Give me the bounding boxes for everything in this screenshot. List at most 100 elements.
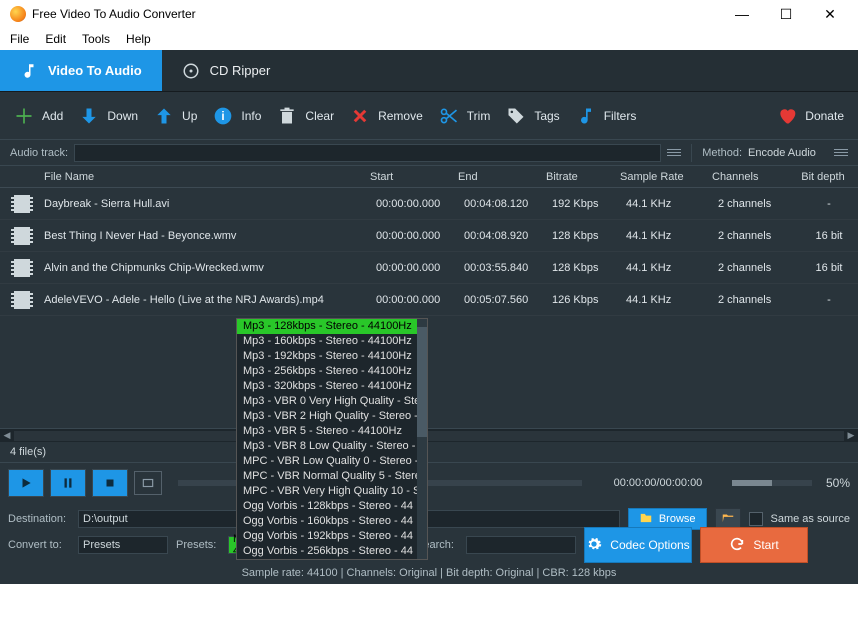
film-icon: [0, 227, 44, 245]
method-value[interactable]: Encode Audio: [748, 147, 828, 159]
down-button[interactable]: Down: [79, 106, 138, 126]
tags-button[interactable]: Tags: [506, 106, 559, 126]
file-channels: 2 channels: [712, 294, 800, 306]
up-button[interactable]: Up: [154, 106, 197, 126]
play-button[interactable]: [8, 469, 44, 497]
preset-dropdown-popup[interactable]: Mp3 - 128kbps - Stereo - 44100HzMp3 - 16…: [236, 318, 428, 560]
pause-button[interactable]: [50, 469, 86, 497]
horizontal-scrollbar[interactable]: ◀ ▶: [0, 428, 858, 442]
preset-option[interactable]: Mp3 - 128kbps - Stereo - 44100Hz: [237, 319, 427, 334]
search-field[interactable]: [466, 536, 576, 554]
preset-option[interactable]: Mp3 - 160kbps - Stereo - 44100Hz: [237, 334, 427, 349]
minimize-button[interactable]: —: [730, 6, 754, 23]
file-bitdepth: -: [800, 294, 858, 306]
col-samplerate[interactable]: Sample Rate: [620, 171, 706, 183]
file-channels: 2 channels: [712, 198, 800, 210]
player: 00:00:00/00:00:00 50%: [0, 462, 858, 502]
menu-file[interactable]: File: [10, 32, 29, 46]
audio-track-menu-icon[interactable]: [667, 149, 681, 156]
svg-text:i: i: [222, 110, 225, 123]
file-samplerate: 44.1 KHz: [626, 262, 712, 274]
filters-button[interactable]: Filters: [576, 106, 637, 126]
menu-tools[interactable]: Tools: [82, 32, 110, 46]
preset-option[interactable]: Mp3 - VBR 0 Very High Quality - Ste: [237, 394, 427, 409]
tab-video-to-audio[interactable]: Video To Audio: [0, 50, 162, 91]
col-bitdepth[interactable]: Bit depth: [794, 171, 852, 183]
trash-icon: [277, 106, 297, 126]
start-button[interactable]: Start: [700, 527, 808, 563]
add-button[interactable]: Add: [14, 106, 63, 126]
preset-option[interactable]: Ogg Vorbis - 192kbps - Stereo - 44: [237, 529, 427, 544]
file-name: AdeleVEVO - Adele - Hello (Live at the N…: [44, 294, 376, 306]
preset-option[interactable]: Mp3 - 256kbps - Stereo - 44100Hz: [237, 364, 427, 379]
column-headers: File Name Start End Bitrate Sample Rate …: [0, 166, 858, 188]
close-button[interactable]: ✕: [818, 6, 842, 23]
preset-option[interactable]: Mp3 - 192kbps - Stereo - 44100Hz: [237, 349, 427, 364]
file-row[interactable]: Best Thing I Never Had - Beyonce.wmv 00:…: [0, 220, 858, 252]
remove-button[interactable]: Remove: [350, 106, 423, 126]
scroll-track[interactable]: [14, 431, 844, 441]
preset-option[interactable]: Mp3 - VBR 8 Low Quality - Stereo -: [237, 439, 427, 454]
method-menu-icon[interactable]: [834, 149, 848, 156]
preset-option[interactable]: Ogg Vorbis - 128kbps - Stereo - 44: [237, 499, 427, 514]
tab-cd-label: CD Ripper: [210, 63, 271, 78]
clear-button[interactable]: Clear: [277, 106, 334, 126]
music-note-icon: [20, 62, 38, 80]
heart-icon: [777, 106, 797, 126]
time-display: 00:00:00/00:00:00: [598, 477, 718, 489]
app-icon: [10, 6, 26, 22]
preset-option[interactable]: Mp3 - 320kbps - Stereo - 44100Hz: [237, 379, 427, 394]
preset-option[interactable]: Ogg Vorbis - 256kbps - Stereo - 44: [237, 544, 427, 559]
file-end: 00:05:07.560: [464, 294, 552, 306]
preset-option[interactable]: MPC - VBR Normal Quality 5 - Stere: [237, 469, 427, 484]
file-samplerate: 44.1 KHz: [626, 294, 712, 306]
donate-button[interactable]: Donate: [777, 106, 844, 126]
presets-label: Presets:: [176, 539, 220, 551]
file-row[interactable]: AdeleVEVO - Adele - Hello (Live at the N…: [0, 284, 858, 316]
arrow-down-icon: [79, 106, 99, 126]
menu-help[interactable]: Help: [126, 32, 151, 46]
preset-option[interactable]: Mp3 - VBR 5 - Stereo - 44100Hz: [237, 424, 427, 439]
preset-option[interactable]: MPC - VBR Low Quality 0 - Stereo -: [237, 454, 427, 469]
file-bitdepth: 16 bit: [800, 230, 858, 242]
maximize-button[interactable]: ☐: [774, 6, 798, 23]
loop-button[interactable]: [134, 471, 162, 495]
info-button[interactable]: iInfo: [213, 106, 261, 126]
menubar: File Edit Tools Help: [0, 28, 858, 50]
file-end: 00:03:55.840: [464, 262, 552, 274]
codec-options-button[interactable]: Codec Options: [584, 527, 692, 563]
volume-slider[interactable]: [732, 480, 812, 486]
audio-track-label: Audio track:: [10, 147, 68, 159]
file-bitdepth: 16 bit: [800, 262, 858, 274]
scroll-left-icon[interactable]: ◀: [0, 429, 14, 443]
file-bitrate: 128 Kbps: [552, 262, 626, 274]
same-as-source-checkbox[interactable]: [749, 512, 763, 526]
col-end[interactable]: End: [458, 171, 546, 183]
col-bitrate[interactable]: Bitrate: [546, 171, 620, 183]
col-channels[interactable]: Channels: [706, 171, 794, 183]
col-start[interactable]: Start: [370, 171, 458, 183]
file-bitrate: 126 Kbps: [552, 294, 626, 306]
dropdown-scrollbar[interactable]: [417, 319, 427, 559]
trim-button[interactable]: Trim: [439, 106, 491, 126]
file-samplerate: 44.1 KHz: [626, 198, 712, 210]
scrollbar-thumb[interactable]: [417, 327, 427, 437]
x-icon: [350, 106, 370, 126]
preset-option[interactable]: MPC - VBR Very High Quality 10 - St: [237, 484, 427, 499]
file-row[interactable]: Daybreak - Sierra Hull.avi 00:00:00.000 …: [0, 188, 858, 220]
preset-option[interactable]: Mp3 - VBR 2 High Quality - Stereo -: [237, 409, 427, 424]
convert-to-label: Convert to:: [8, 539, 70, 551]
status-bar: 4 file(s): [0, 442, 858, 462]
preset-option[interactable]: Ogg Vorbis - 160kbps - Stereo - 44: [237, 514, 427, 529]
tab-video-label: Video To Audio: [48, 63, 142, 78]
toolbar: Add Down Up iInfo Clear Remove Trim Tags…: [0, 92, 858, 140]
stop-button[interactable]: [92, 469, 128, 497]
tab-cd-ripper[interactable]: CD Ripper: [162, 50, 291, 91]
footer-info: Sample rate: 44100 | Channels: Original …: [0, 562, 858, 584]
file-row[interactable]: Alvin and the Chipmunks Chip-Wrecked.wmv…: [0, 252, 858, 284]
audio-track-field[interactable]: [74, 144, 661, 162]
scroll-right-icon[interactable]: ▶: [844, 429, 858, 443]
col-filename[interactable]: File Name: [44, 171, 370, 183]
menu-edit[interactable]: Edit: [45, 32, 66, 46]
convert-to-field[interactable]: Presets: [78, 536, 168, 554]
